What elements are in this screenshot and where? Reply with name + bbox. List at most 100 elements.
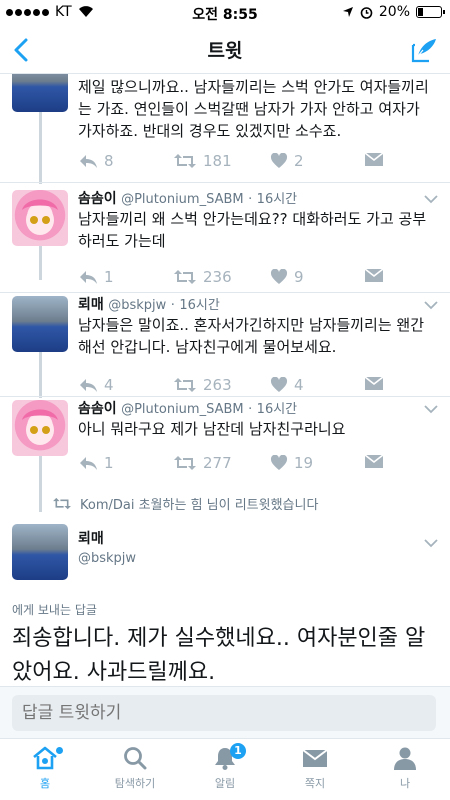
status-bar: KT 오전 8:55 20% bbox=[0, 0, 450, 26]
reply-input[interactable] bbox=[12, 695, 436, 731]
retweet-count: 277 bbox=[203, 454, 232, 472]
compose-tweet-icon[interactable] bbox=[410, 36, 438, 64]
heart-icon bbox=[270, 269, 288, 284]
reply-context: 에게 보내는 답글 bbox=[12, 603, 97, 617]
author-name[interactable]: 뢰매 bbox=[78, 297, 104, 313]
like-count: 19 bbox=[294, 454, 314, 472]
notification-badge: 1 bbox=[230, 743, 246, 759]
battery-icon bbox=[416, 6, 445, 18]
reply-button[interactable]: 4 bbox=[78, 376, 114, 394]
tweet-actions: 4 263 4 bbox=[78, 376, 398, 398]
tab-bar: 홈 탐색하기 1 알림 쪽지 나 bbox=[0, 738, 450, 800]
tweet-text: 아니 뭐라구요 제가 남잔데 남자친구라니요 bbox=[78, 420, 346, 438]
like-button[interactable]: 19 bbox=[270, 454, 313, 472]
reply-count: 8 bbox=[104, 152, 114, 170]
tweet-time: 16시간 bbox=[256, 402, 298, 417]
retweet-icon bbox=[174, 378, 196, 392]
reply-count: 1 bbox=[104, 454, 114, 472]
message-button[interactable] bbox=[364, 268, 384, 283]
retweet-notice: Kom/Dai 초월하는 힘 님이 리트윗했습니다 bbox=[52, 494, 318, 513]
person-icon bbox=[394, 747, 416, 770]
tweet-time: 16시간 bbox=[179, 298, 220, 313]
tweet-actions: 8 181 2 bbox=[78, 152, 398, 174]
thread-line bbox=[39, 112, 42, 184]
tweet-text: 남자들끼리 왜 스벅 안가는데요?? 대화하러도 가고 공부하러도 가는데 bbox=[78, 210, 427, 250]
tab-notifications[interactable]: 1 알림 bbox=[180, 743, 270, 791]
tab-me[interactable]: 나 bbox=[360, 745, 450, 791]
heart-icon bbox=[270, 153, 288, 168]
avatar[interactable] bbox=[12, 190, 68, 246]
tweet-text: 남자들은 말이죠.. 혼자서가긴하지만 남자들끼리는 왠간해선 안갑니다. 남자… bbox=[78, 316, 425, 356]
reply-button[interactable]: 1 bbox=[78, 268, 114, 286]
reply-button[interactable]: 1 bbox=[78, 454, 114, 472]
retweet-icon bbox=[53, 497, 71, 510]
message-button[interactable] bbox=[364, 376, 384, 391]
chevron-down-icon[interactable] bbox=[424, 300, 438, 310]
avatar[interactable] bbox=[12, 400, 68, 456]
tab-explore[interactable]: 탐색하기 bbox=[90, 745, 180, 791]
tab-messages[interactable]: 쪽지 bbox=[270, 745, 360, 791]
tweet-actions: 1 277 19 bbox=[78, 454, 398, 476]
heart-icon bbox=[270, 377, 288, 392]
alarm-icon bbox=[360, 6, 373, 19]
chevron-down-icon[interactable] bbox=[424, 404, 438, 414]
retweet-button[interactable]: 263 bbox=[173, 376, 232, 394]
retweet-icon bbox=[174, 154, 196, 168]
like-button[interactable]: 9 bbox=[270, 268, 304, 286]
envelope-icon bbox=[364, 454, 384, 468]
tab-label: 나 bbox=[399, 777, 411, 790]
chevron-down-icon[interactable] bbox=[424, 538, 438, 548]
reply-button[interactable]: 8 bbox=[78, 152, 114, 170]
tab-home[interactable]: 홈 bbox=[0, 745, 90, 791]
tab-label: 쪽지 bbox=[304, 777, 326, 790]
divider bbox=[0, 182, 450, 183]
message-button[interactable] bbox=[364, 152, 384, 167]
retweet-icon bbox=[174, 456, 196, 470]
author-handle: @bskpjw bbox=[108, 298, 167, 313]
retweet-button[interactable]: 277 bbox=[173, 454, 232, 472]
tab-label: 탐색하기 bbox=[114, 777, 156, 790]
tweet-actions: 1 236 9 bbox=[78, 268, 398, 290]
heart-icon bbox=[270, 455, 288, 470]
like-button[interactable]: 4 bbox=[270, 376, 304, 394]
avatar[interactable] bbox=[12, 296, 68, 352]
envelope-icon bbox=[302, 749, 328, 767]
chevron-down-icon[interactable] bbox=[424, 194, 438, 204]
anime-avatar-image bbox=[22, 199, 58, 235]
battery-label: 20% bbox=[378, 4, 410, 20]
divider bbox=[0, 292, 450, 293]
tweet-text: 제일 많으니까요.. 남자들끼리는 스벅 안가도 여자들끼리는 가죠. 연인들이… bbox=[78, 78, 429, 140]
search-icon bbox=[124, 747, 147, 770]
author-handle: @Plutonium_SABM bbox=[121, 402, 244, 417]
retweet-notice-text: Kom/Dai 초월하는 힘 님이 리트윗했습니다 bbox=[80, 498, 319, 513]
author-name[interactable]: 솜솜이 bbox=[78, 191, 117, 207]
divider bbox=[0, 396, 450, 397]
author-handle: @bskpjw bbox=[78, 551, 137, 566]
reply-count: 4 bbox=[104, 376, 114, 394]
message-button[interactable] bbox=[364, 454, 384, 469]
conversation-feed: 제일 많으니까요.. 남자들끼리는 스벅 안가도 여자들끼리는 가죠. 연인들이… bbox=[0, 74, 450, 694]
reply-icon bbox=[80, 379, 97, 392]
main-tweet-text: 죄송합니다. 제가 실수했네요.. 여자분인줄 알았어요. 사과드릴께요. bbox=[12, 626, 426, 685]
author-name[interactable]: 솜솜이 bbox=[78, 401, 117, 417]
retweet-button[interactable]: 181 bbox=[173, 152, 232, 170]
like-count: 9 bbox=[294, 268, 304, 286]
retweet-count: 236 bbox=[203, 268, 232, 286]
retweet-button[interactable]: 236 bbox=[173, 268, 232, 286]
envelope-icon bbox=[364, 152, 384, 166]
reply-bar bbox=[0, 686, 450, 738]
like-count: 4 bbox=[294, 376, 304, 394]
avatar[interactable] bbox=[12, 74, 68, 112]
author-name[interactable]: 뢰매 bbox=[78, 531, 104, 547]
envelope-icon bbox=[364, 376, 384, 390]
like-button[interactable]: 2 bbox=[270, 152, 304, 170]
retweet-count: 181 bbox=[203, 152, 232, 170]
reply-icon bbox=[80, 457, 97, 470]
retweet-icon bbox=[174, 270, 196, 284]
new-content-dot bbox=[56, 747, 63, 754]
tab-label: 홈 bbox=[39, 777, 51, 790]
tweet-time: 16시간 bbox=[256, 192, 298, 207]
home-icon bbox=[33, 746, 57, 770]
avatar[interactable] bbox=[12, 524, 68, 580]
location-icon bbox=[342, 7, 353, 17]
